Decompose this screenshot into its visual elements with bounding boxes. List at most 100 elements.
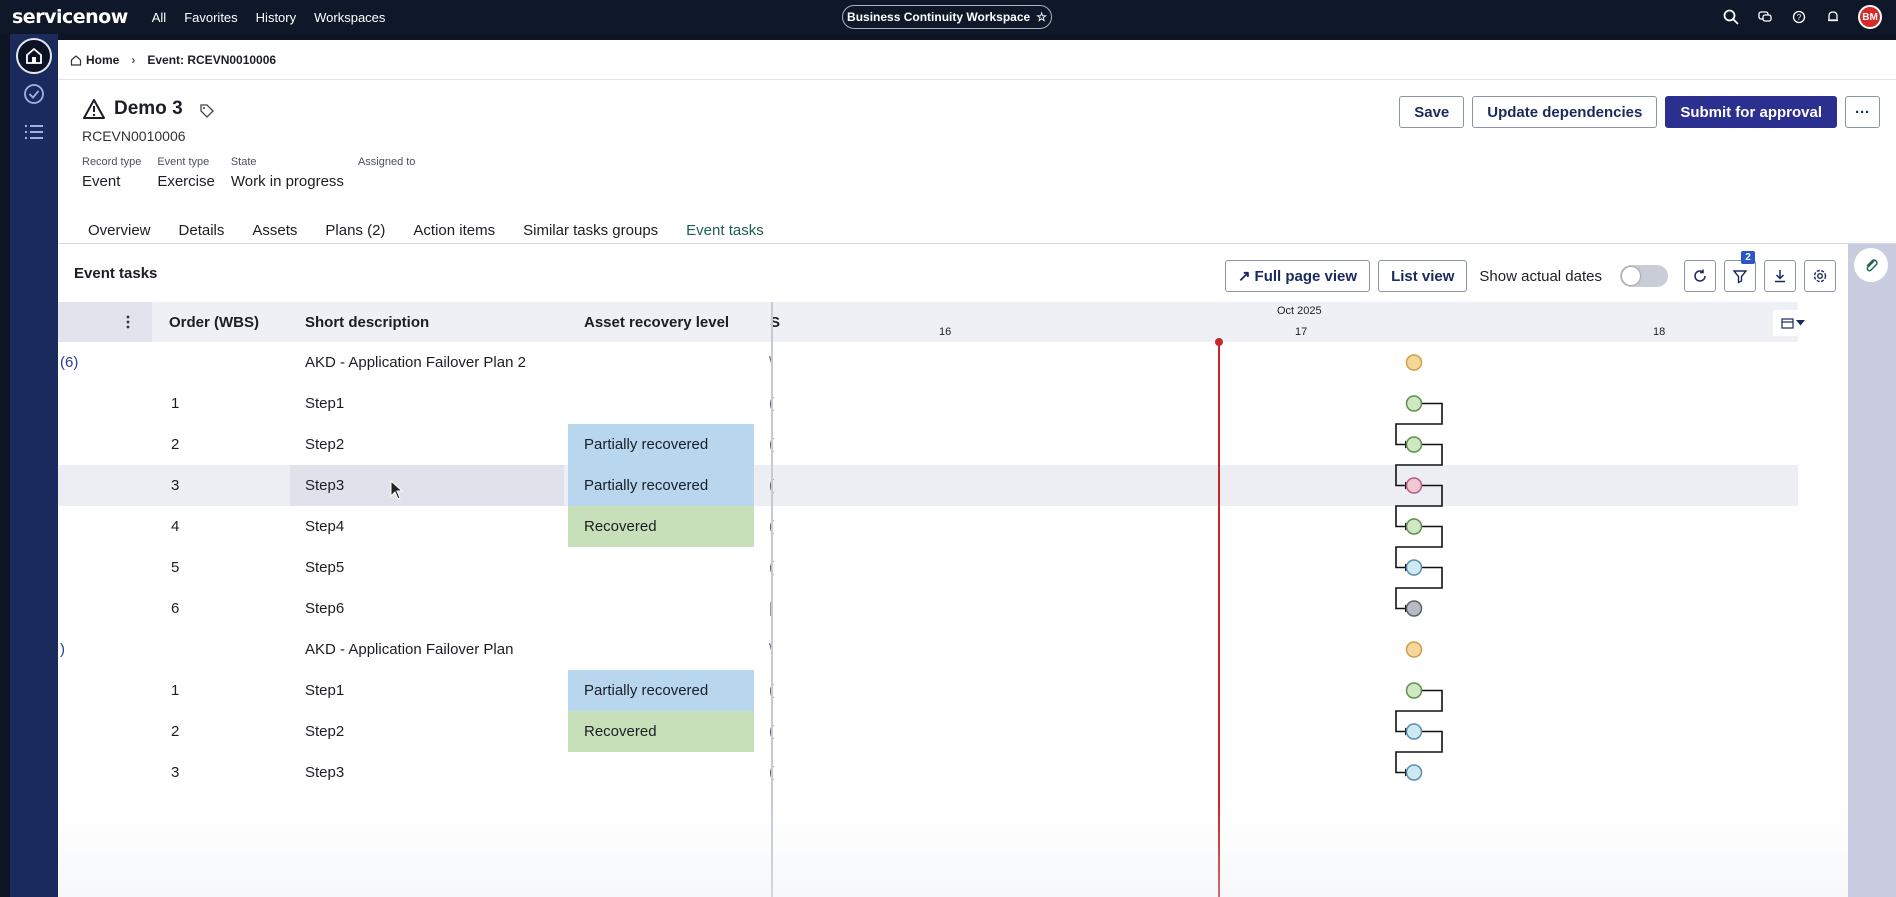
attachment-button[interactable]: [1854, 248, 1888, 282]
grid-header: Order (WBS) Short description Asset reco…: [58, 302, 1798, 342]
record-meta: Record type Event Event type Exercise St…: [82, 156, 431, 190]
grid-gantt-divider[interactable]: [771, 302, 773, 897]
chevron-right-icon: ›: [131, 52, 136, 67]
list-icon[interactable]: [16, 114, 52, 150]
meta-value: Event: [82, 173, 121, 190]
download-icon: [1775, 270, 1785, 283]
arrow-up-right-icon: ↗: [1237, 268, 1251, 285]
main-content: Home › Event: RCEVN0010006 Demo 3 RCEVN0…: [58, 40, 1896, 897]
task-milestone-marker[interactable]: [1405, 723, 1423, 740]
svg-text:?: ?: [1797, 13, 1802, 22]
timeline-scale-button[interactable]: [1773, 310, 1813, 336]
today-marker: [1215, 338, 1223, 897]
column-header-short-description[interactable]: Short description: [305, 314, 429, 331]
warning-icon: [83, 99, 105, 119]
record-title-text: Demo 3: [114, 98, 183, 119]
workspace-pill[interactable]: Business Continuity Workspace ☆: [842, 5, 1052, 29]
record-title: Demo 3: [82, 98, 215, 120]
task-milestone-marker[interactable]: [1405, 477, 1423, 494]
filter-count-badge: 2: [1741, 251, 1755, 264]
top-menu: All Favorites History Workspaces: [152, 10, 386, 25]
timeline-day: 16: [939, 326, 952, 338]
chevron-down-icon: [1796, 320, 1805, 326]
user-avatar[interactable]: BM: [1858, 5, 1882, 29]
meta-label: Record type: [82, 156, 142, 168]
update-dependencies-button[interactable]: Update dependencies: [1472, 96, 1658, 128]
workspace-name: Business Continuity Workspace: [847, 10, 1031, 24]
calendar-icon: [1781, 318, 1794, 329]
meta-event-type: Event type Exercise: [157, 156, 215, 190]
group-milestone-marker[interactable]: [1405, 641, 1423, 658]
menu-workspaces[interactable]: Workspaces: [314, 10, 385, 25]
menu-favorites[interactable]: Favorites: [184, 10, 237, 25]
timeline-day: 18: [1653, 326, 1666, 338]
filter-icon: [1732, 270, 1748, 284]
record-number: RCEVN0010006: [82, 128, 186, 144]
save-button[interactable]: Save: [1399, 96, 1465, 128]
timeline-day: 17: [1295, 326, 1308, 338]
meta-value: Exercise: [157, 173, 215, 190]
full-page-view-label: Full page view: [1254, 267, 1358, 285]
timeline-header: Oct 2025 16 17 18: [771, 302, 1798, 342]
home-small-icon: [70, 54, 82, 66]
bell-icon[interactable]: [1824, 8, 1842, 26]
download-button[interactable]: [1764, 260, 1796, 292]
task-milestone-marker[interactable]: [1405, 559, 1423, 576]
full-page-view-button[interactable]: ↗ Full page view: [1224, 260, 1371, 292]
event-tasks-panel: Event tasks ↗ Full page view List view S…: [58, 244, 1848, 897]
mouse-cursor-icon: [390, 480, 404, 500]
gantt-chart: [1395, 354, 1443, 781]
approvals-icon[interactable]: [16, 76, 52, 112]
panel-toolbar: ↗ Full page view List view Show actual d…: [1224, 251, 1836, 292]
task-milestone-marker[interactable]: [1405, 764, 1423, 781]
refresh-button[interactable]: [1684, 260, 1716, 292]
menu-all[interactable]: All: [152, 10, 166, 25]
breadcrumb-current[interactable]: Event: RCEVN0010006: [147, 53, 276, 67]
panel-title: Event tasks: [74, 265, 158, 282]
list-view-button[interactable]: List view: [1378, 260, 1468, 292]
task-milestone-marker[interactable]: [1405, 682, 1423, 699]
breadcrumb-home[interactable]: Home: [70, 53, 119, 67]
chat-icon[interactable]: [1756, 8, 1774, 26]
task-milestone-marker[interactable]: [1405, 395, 1423, 412]
refresh-icon: [1694, 269, 1706, 282]
panel-header: Event tasks ↗ Full page view List view S…: [58, 244, 1848, 302]
task-milestone-marker[interactable]: [1405, 436, 1423, 453]
group-milestone-marker[interactable]: [1405, 354, 1423, 371]
column-header-asset-recovery-level[interactable]: Asset recovery level: [584, 314, 729, 331]
right-side-strip: [1848, 244, 1896, 897]
breadcrumb: Home › Event: RCEVN0010006: [58, 40, 1896, 80]
meta-value: Work in progress: [230, 173, 344, 190]
left-rail: [0, 34, 58, 897]
meta-label: Event type: [157, 156, 210, 168]
settings-button[interactable]: [1804, 260, 1836, 292]
meta-label: State: [230, 156, 257, 168]
kebab-icon: [126, 315, 130, 329]
task-milestone-marker[interactable]: [1405, 600, 1423, 617]
filter-button[interactable]: 2: [1724, 251, 1756, 292]
top-right-tools: ? BM: [1722, 5, 1882, 29]
breadcrumb-home-label: Home: [86, 52, 120, 67]
tag-icon[interactable]: [199, 103, 215, 119]
top-navigation: servicenow All Favorites History Workspa…: [0, 0, 1896, 34]
menu-history[interactable]: History: [256, 10, 296, 25]
record-header: Demo 3 RCEVN0010006: [82, 98, 215, 144]
home-icon[interactable]: [16, 38, 52, 74]
meta-label: Assigned to: [357, 156, 416, 168]
meta-record-type: Record type Event: [82, 156, 141, 190]
show-actual-dates-label: Show actual dates: [1479, 267, 1602, 285]
star-icon[interactable]: ☆: [1036, 10, 1047, 24]
search-icon[interactable]: [1722, 8, 1740, 26]
servicenow-logo[interactable]: servicenow: [12, 6, 128, 28]
meta-state: State Work in progress: [231, 156, 344, 190]
column-header-order[interactable]: Order (WBS): [169, 314, 259, 331]
paperclip-icon: [1866, 259, 1878, 272]
gear-icon: [1813, 269, 1827, 283]
task-milestone-marker[interactable]: [1405, 518, 1423, 535]
show-actual-dates-toggle[interactable]: [1620, 265, 1668, 287]
timeline-month: Oct 2025: [1277, 305, 1322, 317]
help-icon[interactable]: ?: [1790, 8, 1808, 26]
column-options-button[interactable]: [58, 302, 152, 342]
submit-for-approval-button[interactable]: Submit for approval: [1665, 96, 1837, 128]
more-actions-button[interactable]: ···: [1845, 96, 1880, 128]
